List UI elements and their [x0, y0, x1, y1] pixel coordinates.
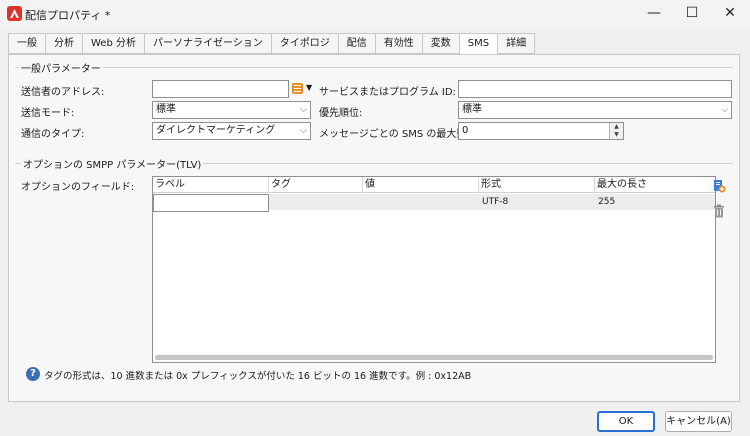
- tab-web-analysis[interactable]: Web 分析: [82, 33, 144, 54]
- sender-address-input[interactable]: [152, 80, 289, 98]
- help-icon: ?: [26, 367, 40, 381]
- max-sms-spinner[interactable]: ▲ ▼: [609, 123, 623, 139]
- column-header-max-length[interactable]: 最大の長さ: [595, 177, 715, 193]
- table-header: ラベル タグ 値 形式 最大の長さ: [153, 177, 715, 193]
- maximize-button[interactable]: ☐: [674, 0, 710, 26]
- spin-down-icon[interactable]: ▼: [610, 131, 623, 139]
- ok-button[interactable]: OK: [597, 411, 655, 432]
- title-bar: 配信プロパティ * — ☐ ✕: [0, 0, 750, 28]
- tab-general[interactable]: 一般: [8, 33, 45, 54]
- chevron-down-icon: ⌵: [721, 105, 728, 115]
- tag-cell[interactable]: [269, 194, 363, 210]
- max-sms-stepper[interactable]: 0 ▲ ▼: [458, 122, 624, 140]
- minimize-button[interactable]: —: [636, 0, 672, 26]
- value-cell[interactable]: [363, 194, 479, 210]
- column-header-tag[interactable]: タグ: [269, 177, 363, 193]
- max-sms-label: メッセージごとの SMS の最大数:: [319, 129, 470, 140]
- comm-type-value: ダイレクトマーケティング: [156, 125, 276, 136]
- horizontal-scrollbar[interactable]: [155, 355, 713, 360]
- app-logo-icon: [7, 6, 22, 21]
- spin-up-icon[interactable]: ▲: [610, 123, 623, 131]
- tag-format-hint: タグの形式は、10 進数または 0x プレフィックスが付いた 16 ビットの 1…: [44, 371, 472, 382]
- column-header-value[interactable]: 値: [363, 177, 479, 193]
- service-id-input[interactable]: [458, 80, 732, 98]
- tab-bar: 一般 分析 Web 分析 パーソナライゼーション タイポロジ 配信 有効性 変数…: [8, 33, 536, 55]
- address-dropdown-icon[interactable]: ▼: [306, 83, 312, 92]
- tab-delivery[interactable]: 配信: [337, 33, 375, 54]
- format-cell[interactable]: UTF-8: [479, 194, 595, 210]
- tab-details[interactable]: 詳細: [497, 33, 536, 54]
- chevron-down-icon: ⌵: [300, 105, 307, 115]
- tab-personalization[interactable]: パーソナライゼーション: [143, 33, 271, 54]
- column-header-label[interactable]: ラベル: [153, 177, 269, 193]
- max-length-cell[interactable]: 255: [595, 194, 715, 210]
- address-book-icon[interactable]: [292, 83, 303, 94]
- priority-value: 標準: [462, 104, 482, 115]
- optional-fields-label: オプションのフィールド:: [21, 182, 135, 193]
- close-button[interactable]: ✕: [712, 0, 748, 26]
- general-group-title: 一般パラメーター: [19, 60, 103, 75]
- general-group-divider: [15, 67, 733, 68]
- tab-variables[interactable]: 変数: [421, 33, 459, 54]
- smpp-group-title: オプションの SMPP パラメーター(TLV): [21, 156, 204, 171]
- tab-sms[interactable]: SMS: [458, 33, 498, 55]
- sms-tab-panel: 一般パラメーター 送信者のアドレス: ▼ サービスまたはプログラム ID: 送信…: [8, 54, 740, 402]
- tab-validity[interactable]: 有効性: [374, 33, 422, 54]
- send-mode-value: 標準: [156, 104, 176, 115]
- window-title: 配信プロパティ *: [25, 9, 111, 22]
- comm-type-label: 通信のタイプ:: [21, 129, 85, 140]
- cancel-button[interactable]: キャンセル(A): [665, 411, 732, 432]
- priority-select[interactable]: 標準 ⌵: [458, 101, 732, 119]
- send-mode-label: 送信モード:: [21, 108, 75, 119]
- tab-analysis[interactable]: 分析: [45, 33, 82, 54]
- service-id-label: サービスまたはプログラム ID:: [319, 87, 456, 98]
- send-mode-select[interactable]: 標準 ⌵: [152, 101, 311, 119]
- sender-address-label: 送信者のアドレス:: [21, 87, 105, 98]
- tab-typology[interactable]: タイポロジ: [270, 33, 338, 54]
- priority-label: 優先順位:: [319, 108, 363, 119]
- chevron-down-icon: ⌵: [300, 126, 307, 136]
- column-header-format[interactable]: 形式: [479, 177, 595, 193]
- add-field-icon[interactable]: [712, 179, 728, 195]
- max-sms-value: 0: [462, 125, 469, 136]
- label-cell-editor[interactable]: [153, 194, 269, 212]
- comm-type-select[interactable]: ダイレクトマーケティング ⌵: [152, 122, 311, 140]
- tlv-fields-table[interactable]: ラベル タグ 値 形式 最大の長さ UTF-8 255: [152, 176, 716, 363]
- trash-icon[interactable]: [713, 204, 729, 220]
